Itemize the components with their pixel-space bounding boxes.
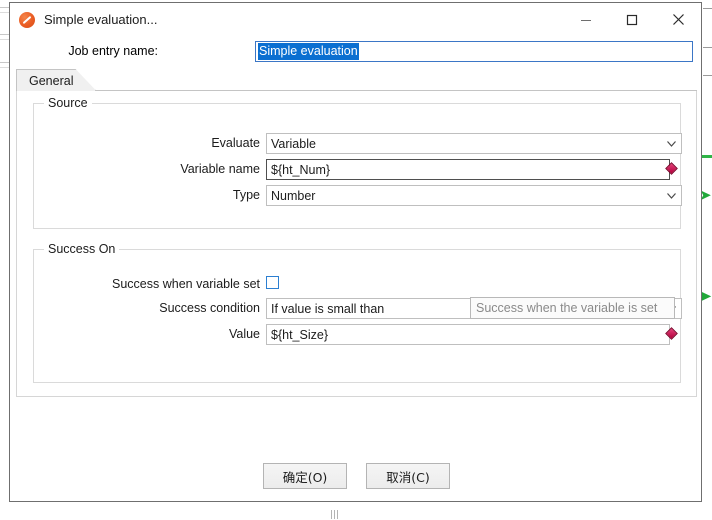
window-title: Simple evaluation... bbox=[44, 12, 158, 27]
tab-general-label: General bbox=[29, 73, 74, 88]
tab-panel-general: Source Evaluate Variable Variable name $… bbox=[16, 91, 697, 397]
minimize-icon[interactable] bbox=[563, 3, 609, 36]
dialog-button-bar: 确定(O) 取消(C) bbox=[10, 463, 703, 489]
job-entry-name-value: Simple evaluation bbox=[258, 43, 359, 60]
value-label: Value bbox=[228, 327, 260, 341]
window-resize-grip[interactable] bbox=[331, 510, 345, 519]
tab-strip: General bbox=[16, 69, 697, 91]
background-tick bbox=[703, 75, 712, 76]
success-on-group-title: Success On bbox=[44, 242, 120, 256]
background-tick bbox=[703, 47, 712, 48]
source-group: Source Evaluate Variable Variable name $… bbox=[33, 96, 682, 229]
variable-name-input[interactable]: ${ht_Num} bbox=[266, 159, 670, 180]
success-when-variable-set-label: Success when variable set bbox=[112, 277, 260, 291]
type-label: Type bbox=[232, 188, 260, 202]
title-bar: Simple evaluation... bbox=[10, 3, 701, 36]
success-condition-label: Success condition bbox=[159, 301, 260, 315]
maximize-icon[interactable] bbox=[609, 3, 655, 36]
window-controls bbox=[563, 3, 701, 36]
type-value: Number bbox=[271, 188, 316, 203]
success-when-variable-set-checkbox[interactable] bbox=[266, 276, 279, 289]
tooltip-text: Success when the variable is set bbox=[476, 301, 658, 315]
chevron-down-icon bbox=[666, 138, 677, 149]
value-input[interactable]: ${ht_Size} bbox=[266, 324, 670, 345]
job-entry-name-row: Job entry name: Simple evaluation bbox=[10, 41, 703, 65]
background-marker bbox=[702, 155, 712, 158]
orange-slash-icon bbox=[19, 11, 35, 28]
chevron-down-icon bbox=[666, 190, 677, 201]
evaluate-value: Variable bbox=[271, 136, 316, 151]
background-tick bbox=[703, 8, 712, 9]
job-entry-name-label: Job entry name: bbox=[68, 44, 158, 58]
value-field-text: ${ht_Size} bbox=[271, 327, 328, 342]
simple-evaluation-dialog: Simple evaluation... Job entry name: Sim… bbox=[9, 2, 702, 502]
tab-general[interactable]: General bbox=[16, 69, 97, 91]
success-condition-tooltip: Success when the variable is set bbox=[470, 297, 675, 319]
variable-marker-icon bbox=[665, 327, 679, 341]
type-combo[interactable]: Number bbox=[266, 185, 682, 206]
close-icon[interactable] bbox=[655, 3, 701, 36]
variable-name-value: ${ht_Num} bbox=[271, 162, 331, 177]
cancel-button[interactable]: 取消(C) bbox=[366, 463, 450, 489]
success-condition-value: If value is small than bbox=[271, 301, 385, 316]
variable-name-label: Variable name bbox=[180, 162, 260, 176]
evaluate-combo[interactable]: Variable bbox=[266, 133, 682, 154]
job-entry-name-input[interactable]: Simple evaluation bbox=[255, 41, 693, 62]
evaluate-label: Evaluate bbox=[211, 136, 260, 150]
variable-marker-icon bbox=[665, 162, 679, 176]
source-group-title: Source bbox=[44, 96, 92, 110]
ok-button[interactable]: 确定(O) bbox=[263, 463, 347, 489]
